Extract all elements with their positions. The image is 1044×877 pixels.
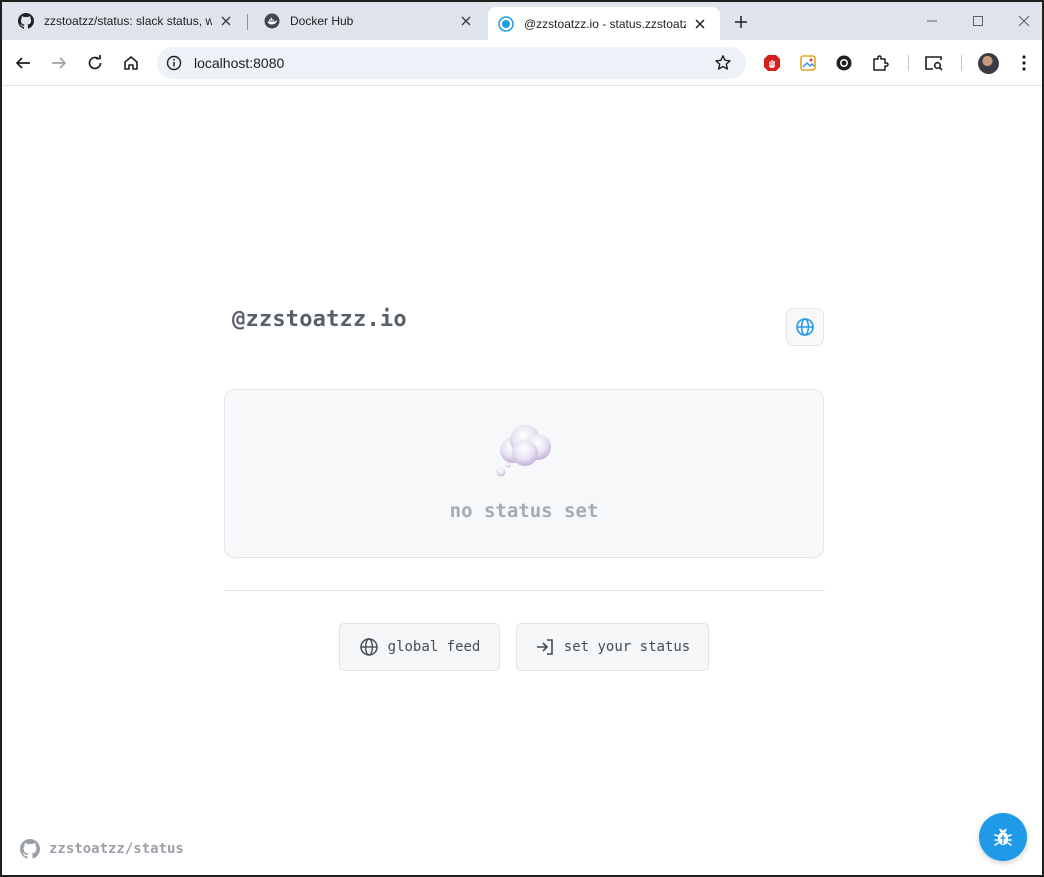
docker-icon [264,13,280,29]
extensions-button[interactable] [870,53,890,73]
minimize-icon [927,20,937,22]
menu-button[interactable] [1014,53,1034,73]
close-tab-icon[interactable] [458,13,474,29]
more-vertical-icon [1022,55,1026,71]
star-icon[interactable] [714,54,732,72]
globe-icon [796,318,814,336]
sun-extension[interactable] [834,53,854,73]
set-status-label: set your status [563,639,691,655]
tab-github[interactable]: zzstoatzz/status: slack status, w [2,2,246,40]
status-site-icon [498,15,514,32]
close-icon [1018,15,1030,27]
plus-icon [735,16,747,28]
profile-avatar[interactable] [978,53,999,74]
tab-strip: zzstoatzz/status: slack status, w Docker… [2,2,1042,40]
bug-icon [994,828,1012,846]
info-icon[interactable] [166,55,182,71]
globe-icon [359,638,378,656]
image-extension-icon [800,55,816,71]
page-content: @zzstoatzz.io no status set global feed … [2,87,1042,875]
sun-icon [836,55,852,71]
close-tab-icon[interactable] [692,16,708,32]
tab-search-icon [925,56,943,71]
tab-title: Docker Hub [290,14,354,28]
reload-button[interactable] [83,51,107,75]
tab-docker-hub[interactable]: Docker Hub [248,2,486,40]
close-window-button[interactable] [1013,10,1035,32]
arrow-left-icon [15,57,30,69]
reload-icon [88,55,102,70]
toolbar-separator [961,55,962,71]
global-feed-label: global feed [387,639,481,655]
ublock-extension[interactable] [762,53,782,73]
repo-link[interactable]: zzstoatzz/status [20,839,184,859]
maximize-button[interactable] [967,10,989,32]
divider [224,590,825,591]
thought-balloon-icon [496,425,551,477]
status-text: no status set [449,500,599,522]
toolbar-separator [908,55,909,71]
close-tab-icon[interactable] [218,13,234,29]
maximize-icon [973,16,983,26]
repo-link-label: zzstoatzz/status [49,841,184,857]
forward-button[interactable] [47,51,71,75]
bug-report-button[interactable] [979,813,1027,861]
arrow-right-icon [52,57,67,69]
tab-title: @zzstoatzz.io - status.zzstoatzz [524,16,686,31]
login-icon [536,639,553,655]
github-icon [20,839,40,859]
new-tab-button[interactable] [730,11,752,33]
set-status-button[interactable]: set your status [516,623,709,671]
browser-window: zzstoatzz/status: slack status, w Docker… [0,0,1044,877]
address-url[interactable]: localhost:8080 [194,55,714,71]
home-icon [124,56,138,70]
browser-toolbar: localhost:8080 [2,40,1042,86]
address-bar[interactable]: localhost:8080 [157,47,746,79]
user-handle: @zzstoatzz.io [232,307,407,332]
photo-extension[interactable] [798,53,818,73]
hand-stop-icon [764,55,780,71]
puzzle-icon [873,55,889,71]
globe-button[interactable] [786,308,824,346]
tab-title: zzstoatzz/status: slack status, w [44,14,212,28]
global-feed-button[interactable]: global feed [339,623,500,671]
home-button[interactable] [119,51,143,75]
back-button[interactable] [11,51,35,75]
tab-search-button[interactable] [924,53,944,73]
tab-status-site[interactable]: @zzstoatzz.io - status.zzstoatzz [488,7,720,40]
minimize-button[interactable] [921,10,943,32]
github-icon [18,13,34,29]
status-card: no status set [224,389,824,558]
